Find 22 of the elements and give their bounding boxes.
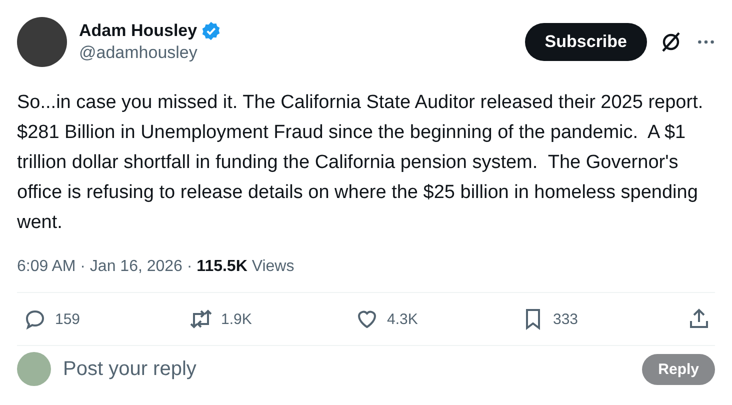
like-action[interactable]: 4.3K — [355, 307, 505, 331]
action-count: 159 — [55, 310, 80, 328]
author-name[interactable]: Adam Housley — [79, 21, 198, 41]
slashed-circle-icon[interactable] — [659, 30, 683, 54]
subscribe-button[interactable]: Subscribe — [524, 23, 647, 61]
repost-action[interactable]: 1.9K — [189, 307, 339, 331]
action-count: 4.3K — [387, 310, 418, 328]
action-count: 1.9K — [221, 310, 252, 328]
reply-button[interactable]: Reply — [642, 354, 715, 384]
reply-input-field[interactable]: Post your reply — [63, 358, 630, 380]
more-icon[interactable] — [697, 39, 715, 45]
reply-action[interactable]: 159 — [23, 307, 173, 331]
author-handle[interactable]: @adamhousley — [79, 43, 525, 63]
share-action[interactable] — [687, 307, 711, 331]
post-timestamp-and-views: 6:09 AM · Jan 16, 2026 · 115.5K Views — [17, 258, 294, 275]
share-icon — [687, 307, 711, 331]
user-avatar-photo-placeholder — [17, 352, 51, 386]
action-count: 333 — [553, 310, 578, 328]
repost-arrows-icon — [189, 307, 213, 331]
avatar-photo-placeholder[interactable] — [17, 17, 67, 67]
post-text: So...in case you missed it. The California State Auditor released their 2025 report. $281 Billion in Unemployment Fraud since the beginning of the pandemic. A $1 trillion dollar shortfall in funding the California pension system. The Governor's office is refusing to release details on where the $25 billion in homeless spending went. — [17, 91, 704, 235]
bookmark-action[interactable]: 333 — [521, 307, 671, 331]
